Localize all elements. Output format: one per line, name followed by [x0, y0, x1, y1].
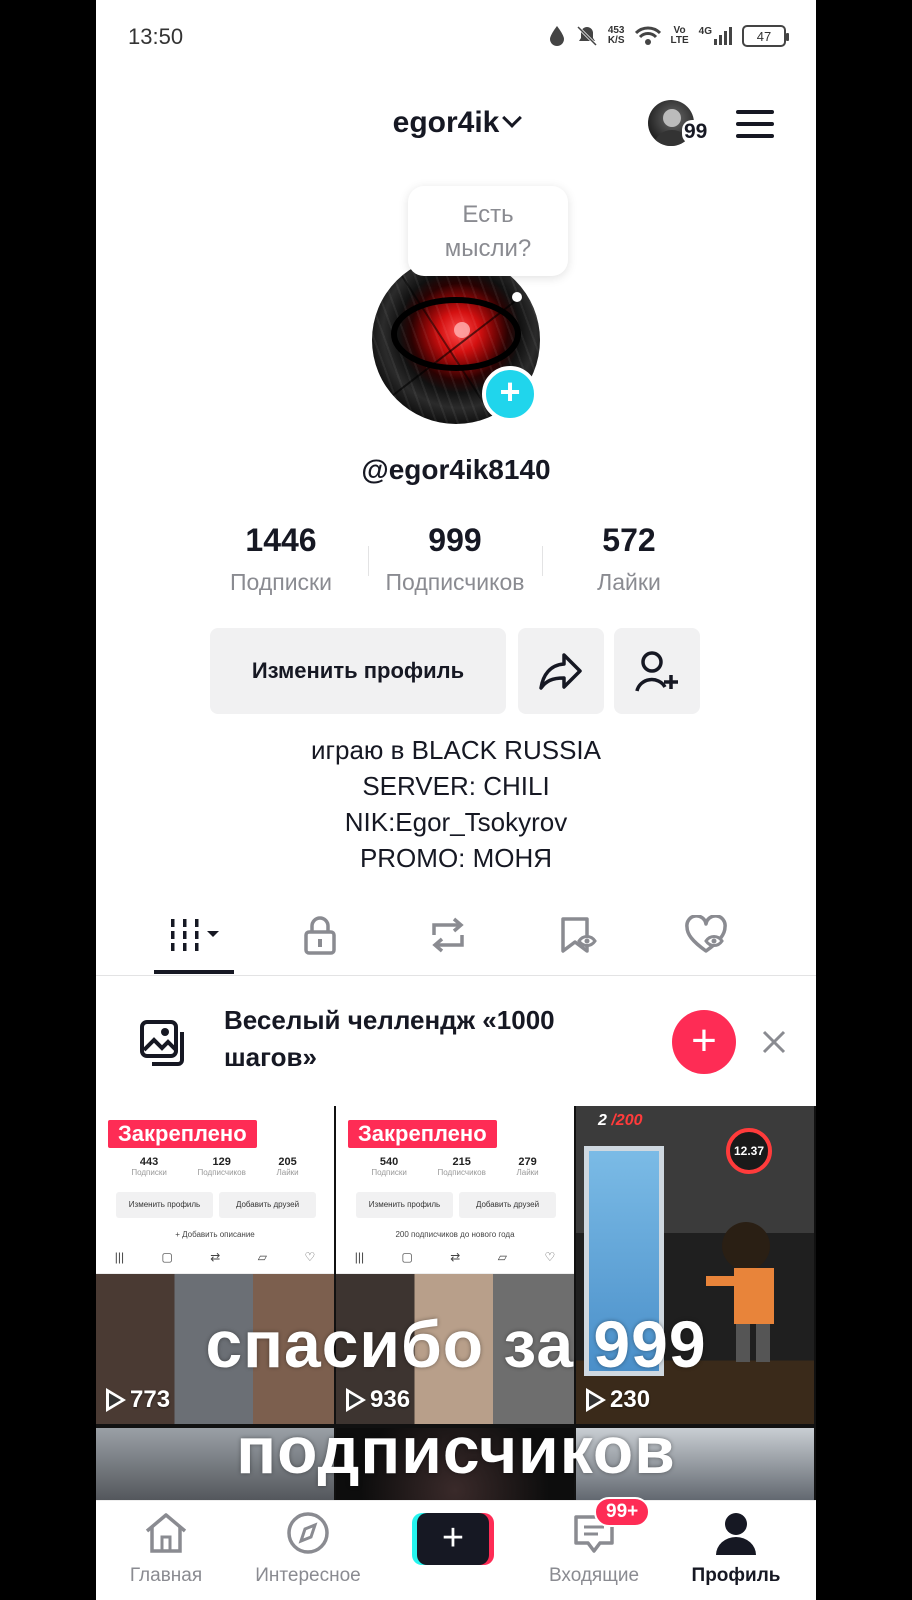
add-story-button[interactable]: +	[482, 366, 538, 422]
add-user-icon	[635, 651, 678, 692]
water-drop-icon	[549, 26, 564, 46]
mini-tabs: ||| ▢ ⇄ ▱ ♡	[96, 1250, 334, 1274]
mini-stats: 443 Подписки 129 Подписчиков 205 Лайки	[131, 1156, 299, 1177]
video-thumbnail[interactable]	[96, 1428, 334, 1506]
repost-icon	[432, 917, 464, 953]
view-count: 936	[346, 1386, 410, 1414]
avatar-badge: 99	[682, 120, 710, 144]
video-thumbnail[interactable]: 540 Подписки 215 Подписчиков 279 Лайки Изме…	[336, 1106, 574, 1424]
photo-stack-icon	[140, 1020, 184, 1066]
nav-discover[interactable]: Интересное	[238, 1511, 378, 1587]
bell-off-icon	[576, 25, 597, 47]
video-grid: 443 Подписки 129 Подписчиков 205 Лайки Изме…	[96, 1106, 816, 1506]
status-time: 13:50	[128, 24, 184, 49]
profile-handle: @egor4ik8140	[361, 454, 551, 485]
nav-home[interactable]: Главная	[96, 1511, 236, 1587]
plus-icon: +	[417, 1513, 489, 1565]
chevron-down-icon	[502, 108, 523, 128]
add-friends-button[interactable]	[614, 628, 700, 714]
video-thumbnail[interactable]: 443 Подписки 129 Подписчиков 205 Лайки Изме…	[96, 1106, 334, 1424]
profile-header: egor4ik 99	[96, 90, 816, 160]
status-bar: 13:50 453 K/S Vo LTE 4G 47	[96, 0, 816, 72]
mini-buttons: Изменить профиль Добавить друзей	[356, 1192, 556, 1218]
stat-following[interactable]: 1446 Подписки	[194, 522, 368, 602]
play-icon	[346, 1388, 366, 1412]
active-tab-indicator	[154, 970, 234, 974]
video-thumbnail[interactable]	[576, 1428, 814, 1506]
status-icons: 453 K/S Vo LTE 4G 47	[548, 20, 789, 52]
close-icon[interactable]	[754, 1022, 794, 1062]
stat-followers[interactable]: 999 Подписчиков	[368, 522, 542, 602]
share-icon	[539, 653, 582, 690]
game-counter: 2 /200	[598, 1112, 643, 1129]
liked-icon	[685, 915, 727, 953]
challenge-banner[interactable]: Веселый челлендж «1000 шагов» +	[96, 978, 816, 1106]
play-icon	[586, 1388, 606, 1412]
battery-icon: 47	[742, 25, 789, 47]
bottom-navigation: Главная Интересное + Входящие 99+ Профил…	[96, 1497, 816, 1600]
view-count: 230	[586, 1386, 650, 1414]
challenge-title: Веселый челлендж «1000 шагов»	[224, 1005, 555, 1072]
inbox-badge: 99+	[594, 1497, 651, 1527]
tab-reposts[interactable]	[418, 912, 478, 958]
menu-icon[interactable]	[736, 110, 774, 138]
game-timer: 12.37	[726, 1128, 772, 1174]
profile-icon	[716, 1513, 756, 1555]
game-character	[706, 1222, 774, 1362]
videos-grid-icon	[171, 919, 219, 951]
mini-buttons: Изменить профиль Добавить друзей	[116, 1192, 316, 1218]
thoughts-bubble[interactable]: Есть мысли?	[408, 186, 568, 276]
bubble-dot	[512, 292, 522, 302]
home-icon	[145, 1513, 187, 1553]
mini-stats: 540 Подписки 215 Подписчиков 279 Лайки	[371, 1156, 539, 1177]
create-button[interactable]: +	[412, 1513, 494, 1565]
game-door	[584, 1146, 664, 1376]
stat-likes[interactable]: 572 Лайки	[542, 522, 716, 602]
nav-profile[interactable]: Профиль	[666, 1511, 806, 1587]
tab-private[interactable]	[290, 912, 350, 958]
wifi-icon	[634, 26, 661, 45]
compass-icon	[287, 1512, 329, 1554]
mini-line: 200 подписчиков до нового года	[395, 1230, 515, 1239]
edit-profile-button[interactable]: Изменить профиль	[210, 628, 506, 714]
profile-tabs	[96, 900, 816, 976]
favorites-icon	[561, 917, 597, 953]
video-thumbnail[interactable]	[336, 1428, 574, 1506]
pinned-badge: Закреплено	[108, 1120, 257, 1148]
pinned-badge: Закреплено	[348, 1120, 497, 1148]
profile-stats: 1446 Подписки 999 Подписчиков 572 Лайки	[194, 522, 716, 602]
volte-indicator: Vo LTE	[670, 25, 689, 46]
tab-videos[interactable]	[166, 912, 226, 958]
view-count: 773	[106, 1386, 170, 1414]
signal-icon: 4G	[699, 27, 732, 45]
challenge-add-button[interactable]: +	[672, 1010, 736, 1074]
profile-bio: играю в BLACK RUSSIA SERVER: CHILI NIK:E…	[311, 735, 601, 873]
share-profile-button[interactable]	[518, 628, 604, 714]
phone-screen: 13:50 453 K/S Vo LTE 4G 47 egor4ik 99 Ес…	[96, 0, 816, 1600]
mini-line: + Добавить описание	[175, 1230, 255, 1239]
play-icon	[106, 1388, 126, 1412]
mini-tabs: ||| ▢ ⇄ ▱ ♡	[336, 1250, 574, 1274]
tab-liked[interactable]	[676, 912, 736, 958]
lock-icon	[304, 916, 336, 955]
tab-favorites[interactable]	[548, 912, 608, 958]
net-speed: 453 K/S	[607, 25, 625, 46]
video-thumbnail[interactable]: 2 /200 12.37 230	[576, 1106, 814, 1424]
